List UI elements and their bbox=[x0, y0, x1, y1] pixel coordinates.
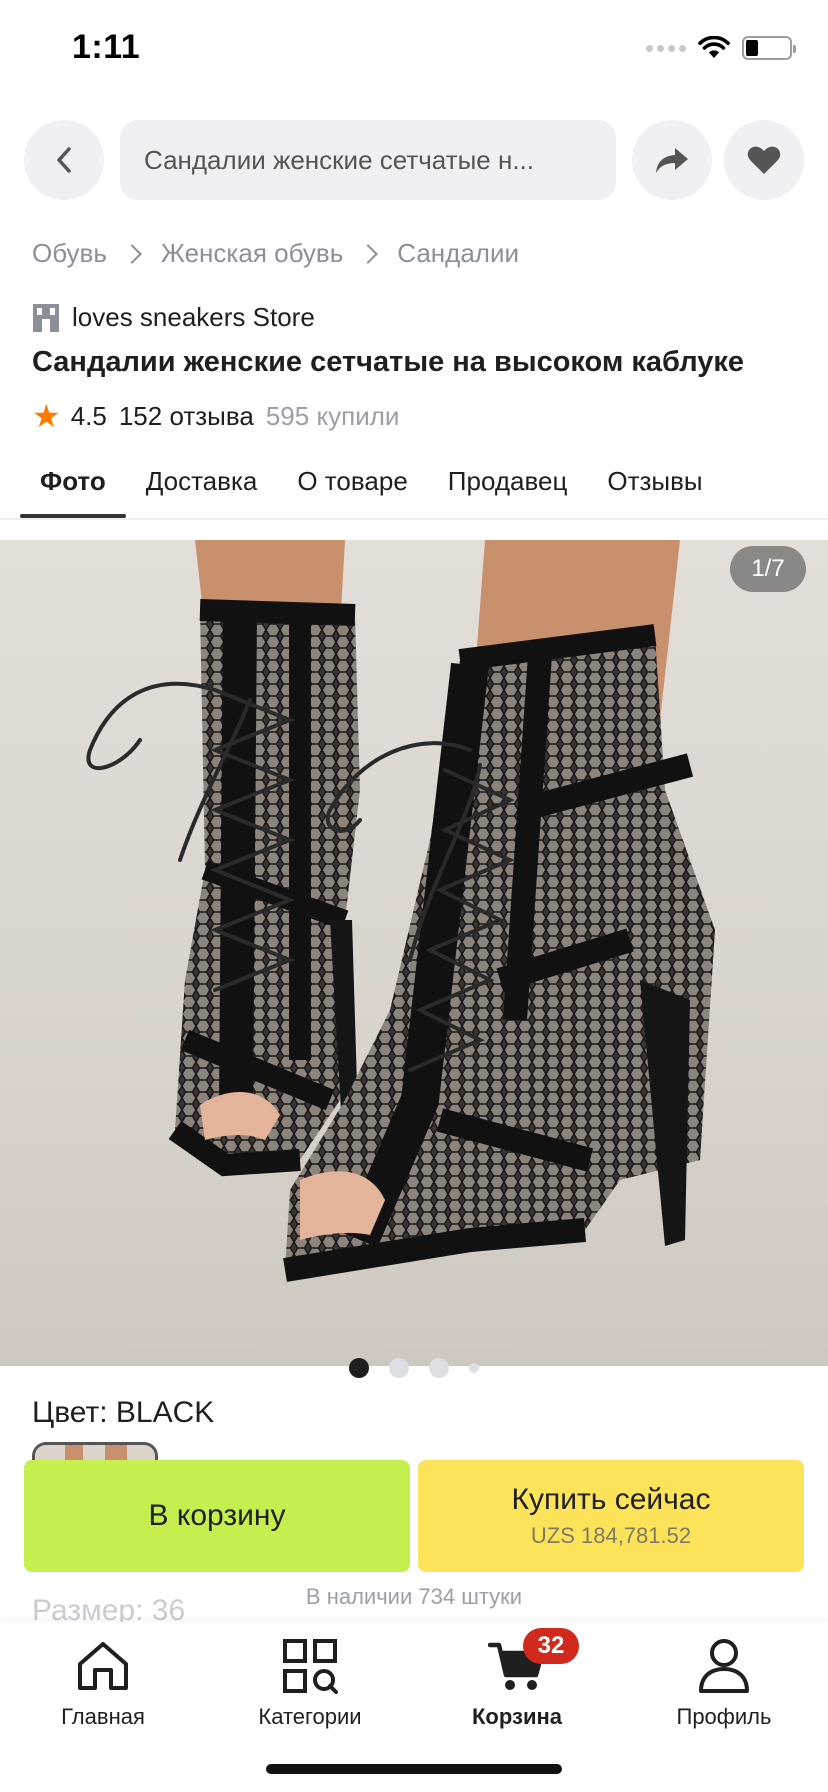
favorite-button[interactable] bbox=[724, 120, 804, 200]
status-icons bbox=[646, 36, 796, 60]
signal-icon bbox=[646, 44, 686, 52]
nav-categories[interactable]: Категории bbox=[220, 1634, 400, 1730]
home-indicator bbox=[266, 1764, 562, 1774]
nav-categories-label: Категории bbox=[258, 1704, 362, 1729]
star-icon: ★ bbox=[32, 398, 61, 434]
buy-now-button[interactable]: Купить сейчас UZS 184,781.52 bbox=[418, 1460, 804, 1572]
product-photo bbox=[86, 540, 715, 1282]
product-title: Сандалии женские сетчатые на высоком каб… bbox=[32, 346, 745, 378]
nav-cart-label: Корзина bbox=[472, 1704, 562, 1729]
profile-icon bbox=[692, 1634, 756, 1698]
gallery-pagination bbox=[0, 1358, 828, 1378]
cart-icon: 32 bbox=[485, 1628, 579, 1698]
chevron-left-icon bbox=[57, 147, 71, 173]
categories-icon bbox=[278, 1634, 342, 1698]
section-tabs: Фото Доставка О товаре Продавец Отзывы bbox=[20, 448, 828, 518]
purchases-count: 595 купили bbox=[265, 400, 400, 431]
status-time: 1:11 bbox=[72, 28, 141, 66]
pagination-dot[interactable] bbox=[389, 1358, 409, 1378]
breadcrumb-item-sandals[interactable]: Сандалии bbox=[397, 238, 519, 269]
action-buttons: В корзину Купить сейчас UZS 184,781.52 bbox=[24, 1460, 804, 1572]
rating-row[interactable]: ★ 4.5 152 отзыва 595 купили bbox=[32, 400, 399, 432]
add-to-cart-button[interactable]: В корзину bbox=[24, 1460, 410, 1572]
chevron-right-icon bbox=[122, 243, 142, 264]
color-label: Цвет: BLACK bbox=[32, 1396, 215, 1429]
nav-cart[interactable]: 32 Корзина bbox=[427, 1628, 607, 1730]
search-field[interactable]: Сандалии женские сетчатые н... bbox=[120, 120, 616, 200]
product-image[interactable] bbox=[0, 540, 828, 1366]
image-counter: 1/7 bbox=[730, 546, 806, 592]
share-button[interactable] bbox=[632, 120, 712, 200]
nav-home-label: Главная bbox=[61, 1704, 145, 1729]
store-name: loves sneakers Store bbox=[72, 302, 315, 332]
pagination-dot-active[interactable] bbox=[349, 1358, 369, 1378]
nav-profile[interactable]: Профиль bbox=[634, 1634, 814, 1730]
bottom-navigation: Главная Категории 32 Корзина Профиль bbox=[0, 1622, 828, 1792]
wifi-icon bbox=[698, 36, 730, 58]
nav-profile-label: Профиль bbox=[676, 1704, 772, 1729]
tab-about[interactable]: О товаре bbox=[277, 448, 427, 518]
chevron-right-icon bbox=[358, 243, 379, 264]
store-icon bbox=[33, 303, 59, 332]
pagination-dot[interactable] bbox=[469, 1363, 479, 1373]
breadcrumb: Обувь Женская обувь Сандалии bbox=[32, 238, 519, 269]
top-bar: Сандалии женские сетчатые н... bbox=[24, 120, 804, 200]
heart-icon bbox=[747, 146, 781, 174]
search-text: Сандалии женские сетчатые н... bbox=[144, 144, 534, 175]
share-icon bbox=[656, 148, 688, 173]
stock-text: В наличии 734 штуки bbox=[305, 1584, 523, 1609]
buy-now-price: UZS 184,781.52 bbox=[530, 1523, 692, 1548]
pagination-dot[interactable] bbox=[429, 1358, 449, 1378]
rating-value: 4.5 bbox=[70, 400, 107, 431]
buy-now-label: Купить сейчас bbox=[511, 1483, 711, 1516]
status-bar: 1:11 bbox=[0, 0, 828, 100]
nav-home[interactable]: Главная bbox=[13, 1634, 193, 1730]
cart-badge: 32 bbox=[523, 1628, 579, 1664]
tab-photo[interactable]: Фото bbox=[20, 448, 126, 518]
tab-seller[interactable]: Продавец bbox=[428, 448, 588, 518]
tabs-divider bbox=[0, 518, 828, 520]
breadcrumb-item-women-shoes[interactable]: Женская обувь bbox=[161, 238, 343, 269]
home-icon bbox=[71, 1634, 135, 1698]
back-button[interactable] bbox=[24, 120, 104, 200]
battery-icon bbox=[742, 36, 796, 60]
tab-reviews[interactable]: Отзывы bbox=[587, 448, 722, 518]
tab-delivery[interactable]: Доставка bbox=[126, 448, 278, 518]
store-link[interactable]: loves sneakers Store bbox=[32, 302, 315, 333]
reviews-count[interactable]: 152 отзыва bbox=[119, 401, 254, 432]
add-to-cart-label: В корзину bbox=[148, 1499, 286, 1532]
breadcrumb-item-shoes[interactable]: Обувь bbox=[32, 238, 107, 269]
